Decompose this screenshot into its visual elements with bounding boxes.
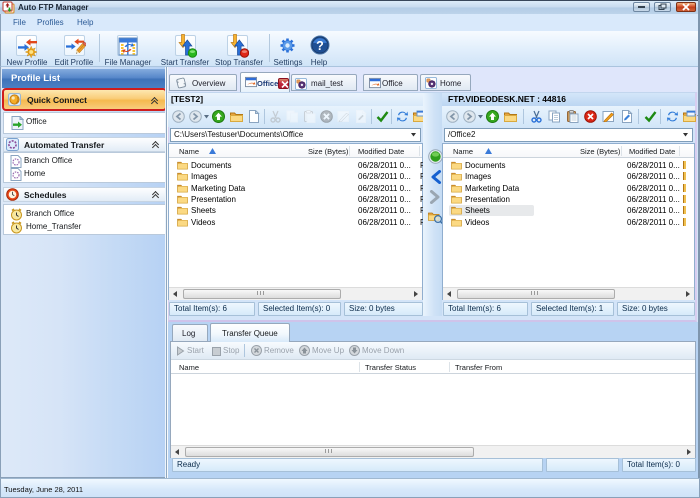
- svg-text:?: ?: [316, 39, 324, 53]
